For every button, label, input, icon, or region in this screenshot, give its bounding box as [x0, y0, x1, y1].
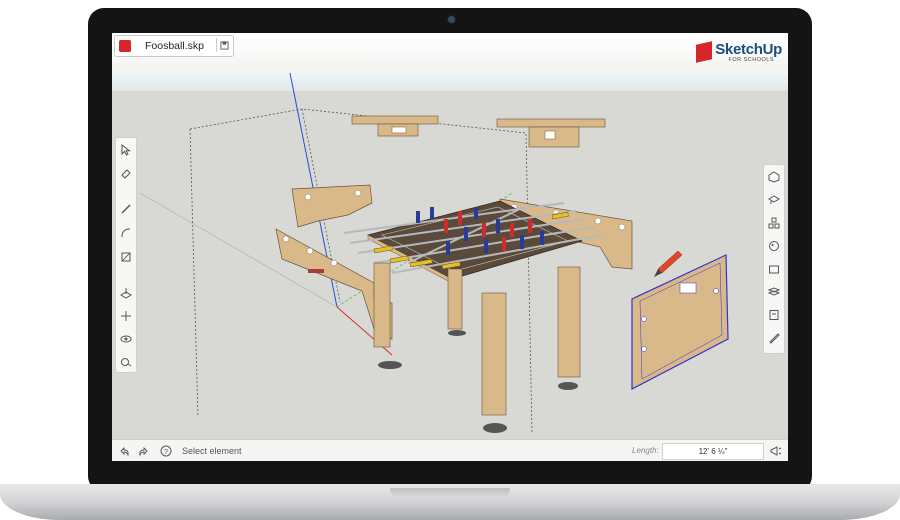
push-pull-tool[interactable]: [118, 285, 134, 301]
display-icon: [769, 333, 780, 344]
undo-button[interactable]: [116, 443, 132, 459]
share-button[interactable]: [768, 443, 784, 459]
brand-name: SketchUp: [715, 41, 782, 58]
materials-icon: [769, 241, 779, 251]
left-toolbar: [115, 137, 137, 373]
select-icon: [121, 144, 131, 156]
entity-info-panel-button[interactable]: [766, 307, 782, 323]
rectangle-tool[interactable]: [118, 249, 134, 265]
redo-icon: [139, 446, 148, 457]
file-tab[interactable]: Foosball.skp: [114, 35, 234, 57]
tape-measure-icon: [121, 358, 132, 367]
scenes-icon: [769, 265, 779, 274]
sky: [112, 73, 788, 91]
eraser-tool[interactable]: [118, 165, 134, 181]
components-icon: [768, 171, 780, 183]
orbit-icon: [120, 335, 132, 343]
display-panel-button[interactable]: [766, 330, 782, 346]
help-icon: ?: [160, 445, 172, 457]
redo-button[interactable]: [136, 443, 152, 459]
push-pull-icon: [120, 288, 132, 299]
file-name: Foosball.skp: [145, 40, 204, 52]
status-bar: ? Select element Length: 12' 6 ¼": [112, 439, 788, 461]
move-icon: [121, 311, 131, 321]
length-input[interactable]: 12' 6 ¼": [662, 443, 764, 460]
undo-icon: [120, 446, 129, 457]
materials-panel-button[interactable]: [766, 238, 782, 254]
layers-icon: [768, 287, 780, 296]
move-tool[interactable]: [118, 308, 134, 324]
brand: SketchUp: [696, 41, 782, 71]
select-tool[interactable]: [118, 142, 134, 158]
help-button[interactable]: ?: [158, 443, 174, 459]
brand-subtitle: FOR SCHOOLS: [728, 57, 774, 63]
pencil-icon: [121, 204, 131, 214]
warehouse-panel-button[interactable]: [766, 192, 782, 208]
right-toolbar: [763, 164, 785, 354]
top-bar: Foosball.skp SketchUp FOR SCHOOLS: [112, 33, 788, 73]
share-icon: [770, 446, 782, 456]
tape-measure-tool[interactable]: [118, 354, 134, 370]
app-window: Foosball.skp SketchUp FOR SCHOOLS ? Sele…: [112, 33, 788, 461]
warehouse-icon: [768, 195, 780, 204]
scenes-panel-button[interactable]: [766, 261, 782, 277]
length-label: Length:: [632, 446, 659, 455]
arc-icon: [121, 228, 131, 238]
arc-tool[interactable]: [118, 225, 134, 241]
save-button[interactable]: [216, 38, 231, 52]
eraser-icon: [121, 169, 131, 179]
laptop-notch: [390, 488, 510, 498]
sketchup-logo-icon[interactable]: [119, 40, 131, 52]
3d-viewport[interactable]: [112, 73, 788, 439]
svg-text:?: ?: [164, 449, 168, 456]
status-hint: Select element: [182, 446, 242, 456]
pencil-tool[interactable]: [118, 201, 134, 217]
components-panel-button[interactable]: [766, 169, 782, 185]
brand-logo-icon: [696, 41, 713, 63]
outliner-icon: [768, 217, 780, 229]
webcam: [447, 15, 456, 24]
orbit-tool[interactable]: [118, 331, 134, 347]
outliner-panel-button[interactable]: [766, 215, 782, 231]
save-icon: [219, 40, 229, 50]
rectangle-icon: [121, 252, 131, 262]
layers-panel-button[interactable]: [766, 284, 782, 300]
entity-info-icon: [769, 310, 779, 320]
